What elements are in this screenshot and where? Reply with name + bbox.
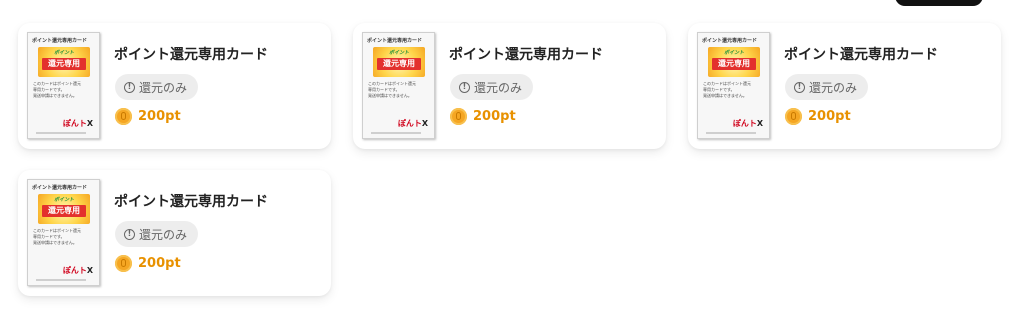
thumb-note-line: 発送申請はできません。 (33, 93, 77, 98)
coin-icon (785, 108, 802, 125)
thumb-footer-line (36, 279, 86, 281)
thumb-logo-text: ぽんト (732, 119, 757, 128)
thumb-note: このカードはポイント還元 専用カードです。 発送申請はできません。 (33, 81, 81, 99)
thumb-art-sub: ポイント (53, 197, 74, 203)
thumb-note-line: 発送申請はできません。 (368, 93, 412, 98)
status-badge: ! 還元のみ (115, 221, 199, 247)
points-label: 200pt (808, 109, 851, 124)
thumb-title: ポイント還元専用カード (32, 38, 88, 44)
thumb-note: このカードはポイント還元 専用カードです。 発送申請はできません。 (368, 81, 416, 99)
thumb-title: ポイント還元専用カード (702, 38, 758, 44)
thumb-logo-text: ぽんト (397, 119, 422, 128)
top-action-button[interactable] (895, 0, 983, 6)
status-badge: ! 還元のみ (115, 74, 199, 100)
thumb-note-line: 発送申請はできません。 (33, 240, 77, 245)
coin-icon (115, 255, 132, 272)
card-thumbnail: ポイント還元専用カード ポイント 還元専用 このカードはポイント還元 専用カード… (362, 32, 435, 139)
info-circle-icon: ! (124, 228, 135, 240)
thumb-logo-x: X (756, 119, 763, 128)
thumb-art-sub: ポイント (53, 50, 74, 56)
card-item[interactable]: ポイント還元専用カード ポイント 還元専用 このカードはポイント還元 専用カード… (353, 23, 666, 149)
thumb-logo-text: ぽんト (62, 119, 87, 128)
points-value: 200pt (450, 108, 516, 125)
card-item[interactable]: ポイント還元専用カード ポイント 還元専用 このカードはポイント還元 専用カード… (688, 23, 1001, 149)
thumb-footer-line (371, 132, 421, 134)
thumb-art: ポイント 還元専用 (38, 47, 90, 77)
thumb-logo-text: ぽんト (62, 266, 87, 275)
points-label: 200pt (473, 109, 516, 124)
card-item[interactable]: ポイント還元専用カード ポイント 還元専用 このカードはポイント還元 専用カード… (18, 170, 331, 296)
coin-icon (450, 108, 467, 125)
thumb-art-main: 還元専用 (42, 205, 86, 217)
points-label: 200pt (138, 256, 181, 271)
thumb-art-main: 還元専用 (712, 58, 756, 70)
coin-icon (115, 108, 132, 125)
thumb-logo: ぽんトX (63, 118, 93, 129)
thumb-art: ポイント 還元専用 (708, 47, 760, 77)
points-label: 200pt (138, 109, 181, 124)
info-circle-icon: ! (459, 81, 470, 93)
card-name: ポイント還元専用カード (449, 47, 603, 63)
card-item[interactable]: ポイント還元専用カード ポイント 還元専用 このカードはポイント還元 専用カード… (18, 23, 331, 149)
status-badge-label: 還元のみ (139, 80, 188, 95)
status-badge-label: 還元のみ (474, 80, 523, 95)
points-value: 200pt (785, 108, 851, 125)
thumb-title: ポイント還元専用カード (367, 38, 423, 44)
thumb-art-main: 還元専用 (42, 58, 86, 70)
thumb-art-sub: ポイント (723, 50, 744, 56)
thumb-logo: ぽんトX (733, 118, 763, 129)
card-name: ポイント還元専用カード (114, 194, 268, 210)
card-name: ポイント還元専用カード (784, 47, 938, 63)
thumb-note: このカードはポイント還元 専用カードです。 発送申請はできません。 (33, 228, 81, 246)
thumb-note-line: 発送申請はできません。 (703, 93, 747, 98)
status-badge-label: 還元のみ (139, 227, 188, 242)
thumb-footer-line (36, 132, 86, 134)
points-value: 200pt (115, 108, 181, 125)
thumb-logo: ぽんトX (398, 118, 428, 129)
points-value: 200pt (115, 255, 181, 272)
thumb-logo-x: X (86, 119, 93, 128)
thumb-logo-x: X (86, 266, 93, 275)
info-circle-icon: ! (794, 81, 805, 93)
thumb-title: ポイント還元専用カード (32, 185, 88, 191)
thumb-art: ポイント 還元専用 (38, 194, 90, 224)
thumb-note: このカードはポイント還元 専用カードです。 発送申請はできません。 (703, 81, 751, 99)
thumb-logo: ぽんトX (63, 265, 93, 276)
card-thumbnail: ポイント還元専用カード ポイント 還元専用 このカードはポイント還元 専用カード… (27, 32, 100, 139)
status-badge: ! 還元のみ (450, 74, 534, 100)
thumb-logo-x: X (421, 119, 428, 128)
thumb-footer-line (706, 132, 756, 134)
card-grid: ポイント還元専用カード ポイント 還元専用 このカードはポイント還元 専用カード… (18, 23, 1001, 296)
thumb-art-sub: ポイント (388, 50, 409, 56)
thumb-art-main: 還元専用 (377, 58, 421, 70)
thumb-art: ポイント 還元専用 (373, 47, 425, 77)
info-circle-icon: ! (124, 81, 135, 93)
card-thumbnail: ポイント還元専用カード ポイント 還元専用 このカードはポイント還元 専用カード… (697, 32, 770, 139)
card-thumbnail: ポイント還元専用カード ポイント 還元専用 このカードはポイント還元 専用カード… (27, 179, 100, 286)
card-name: ポイント還元専用カード (114, 47, 268, 63)
status-badge-label: 還元のみ (809, 80, 858, 95)
status-badge: ! 還元のみ (785, 74, 869, 100)
